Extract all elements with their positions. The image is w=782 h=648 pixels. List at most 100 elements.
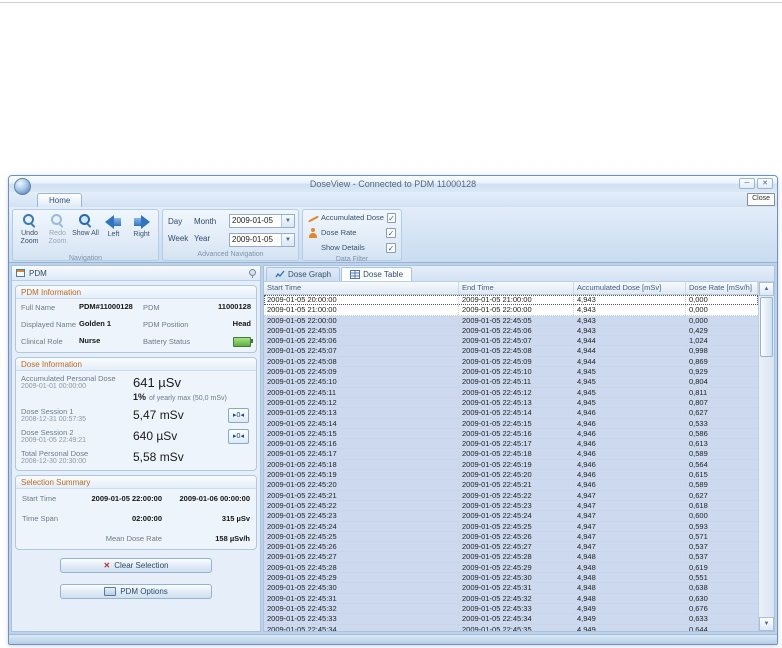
table-row[interactable]: 2009-01-05 22:45:34 2009-01-05 22:45:35 … — [264, 625, 758, 632]
table-row[interactable]: 2009-01-05 22:45:09 2009-01-05 22:45:10 … — [264, 367, 758, 377]
table-row[interactable]: 2009-01-05 22:45:30 2009-01-05 22:45:31 … — [264, 583, 758, 593]
dose-table-body: 2009-01-05 20:00:00 2009-01-05 21:00:00 … — [264, 295, 758, 631]
show-details-checkbox[interactable]: ✓ — [386, 243, 396, 253]
table-row[interactable]: 2009-01-05 22:45:25 2009-01-05 22:45:26 … — [264, 532, 758, 542]
table-row[interactable]: 2009-01-05 22:45:32 2009-01-05 22:45:33 … — [264, 604, 758, 614]
table-row[interactable]: 2009-01-05 22:00:00 2009-01-05 22:45:05 … — [264, 316, 758, 326]
column-header-end-time[interactable]: End Time — [459, 282, 574, 294]
table-row[interactable]: 2009-01-05 22:45:17 2009-01-05 22:45:18 … — [264, 449, 758, 459]
cell-start-time: 2009-01-05 21:00:00 — [264, 305, 459, 314]
tab-dose-graph[interactable]: Dose Graph — [266, 267, 340, 281]
column-header-dose-rate[interactable]: Dose Rate [mSv/h] — [686, 282, 758, 294]
cell-start-time: 2009-01-05 22:45:17 — [264, 449, 459, 458]
scrollbar-track[interactable] — [759, 358, 774, 617]
table-row[interactable]: 2009-01-05 22:45:13 2009-01-05 22:45:14 … — [264, 408, 758, 418]
table-row[interactable]: 2009-01-05 22:45:29 2009-01-05 22:45:30 … — [264, 573, 758, 583]
dose-rate-checkbox[interactable]: ✓ — [386, 228, 396, 238]
date-to-combo[interactable]: 2009-01-05 ▼ — [229, 233, 295, 247]
day-button[interactable]: Day — [168, 217, 192, 226]
table-row[interactable]: 2009-01-05 22:45:10 2009-01-05 22:45:11 … — [264, 377, 758, 387]
cell-dose-rate: 0,627 — [686, 408, 758, 417]
week-button[interactable]: Week — [168, 234, 192, 243]
table-row[interactable]: 2009-01-05 22:45:27 2009-01-05 22:45:28 … — [264, 552, 758, 562]
tab-dose-table[interactable]: Dose Table — [341, 267, 412, 281]
date-to-dropdown-icon[interactable]: ▼ — [281, 234, 294, 246]
year-button[interactable]: Year — [194, 234, 224, 243]
table-row[interactable]: 2009-01-05 22:45:18 2009-01-05 22:45:19 … — [264, 460, 758, 470]
pdm-position-label: PDM Position — [143, 320, 199, 329]
vertical-scrollbar[interactable]: ▲ ▼ — [758, 282, 774, 631]
table-row[interactable]: 2009-01-05 22:45:23 2009-01-05 22:45:24 … — [264, 511, 758, 521]
reset-session-1-button[interactable]: ▸0◂ — [228, 408, 249, 423]
table-row[interactable]: 2009-01-05 22:45:33 2009-01-05 22:45:34 … — [264, 614, 758, 624]
table-row[interactable]: 2009-01-05 22:45:06 2009-01-05 22:45:07 … — [264, 336, 758, 346]
cell-end-time: 2009-01-05 22:45:32 — [459, 594, 574, 603]
table-row[interactable]: 2009-01-05 22:45:21 2009-01-05 22:45:22 … — [264, 491, 758, 501]
cell-end-time: 2009-01-05 22:45:26 — [459, 532, 574, 541]
person-icon — [308, 228, 318, 238]
advanced-navigation-group-label: Advanced Navigation — [163, 250, 298, 260]
clear-selection-button[interactable]: ✕ Clear Selection — [60, 558, 212, 573]
accumulated-dose-checkbox[interactable]: ✓ — [387, 213, 396, 223]
undo-zoom-button[interactable]: Undo Zoom — [16, 211, 43, 253]
cell-end-time: 2009-01-05 22:45:34 — [459, 614, 574, 623]
table-row[interactable]: 2009-01-05 22:45:19 2009-01-05 22:45:20 … — [264, 470, 758, 480]
right-button[interactable]: Right — [128, 211, 155, 253]
cell-end-time: 2009-01-05 22:45:14 — [459, 408, 574, 417]
scroll-down-icon[interactable]: ▼ — [759, 617, 774, 631]
table-row[interactable]: 2009-01-05 22:45:08 2009-01-05 22:45:09 … — [264, 357, 758, 367]
mean-dose-rate-value: 158 µSv/h — [162, 534, 250, 543]
scrollbar-thumb[interactable] — [760, 297, 773, 357]
tab-home[interactable]: Home — [37, 193, 82, 207]
scroll-up-icon[interactable]: ▲ — [759, 282, 774, 296]
minimize-button[interactable]: ─ — [739, 178, 755, 189]
table-row[interactable]: 2009-01-05 22:45:05 2009-01-05 22:45:06 … — [264, 326, 758, 336]
table-row[interactable]: 2009-01-05 20:00:00 2009-01-05 21:00:00 … — [264, 295, 758, 305]
filter-show-details[interactable]: Show Details ✓ — [308, 242, 396, 253]
table-row[interactable]: 2009-01-05 21:00:00 2009-01-05 22:00:00 … — [264, 305, 758, 315]
title-bar[interactable]: DoseView - Connected to PDM 11000128 ─ ✕ — [9, 176, 777, 192]
dose-view-panel: Dose Graph Dose Table Start Time End Tim… — [263, 265, 775, 632]
table-row[interactable]: 2009-01-05 22:45:14 2009-01-05 22:45:15 … — [264, 419, 758, 429]
date-from-combo[interactable]: 2009-01-05 ▼ — [229, 214, 295, 228]
cell-dose-rate: 0,000 — [686, 295, 758, 304]
table-row[interactable]: 2009-01-05 22:45:26 2009-01-05 22:45:27 … — [264, 542, 758, 552]
table-row[interactable]: 2009-01-05 22:45:31 2009-01-05 22:45:32 … — [264, 594, 758, 604]
selection-end-value: 2009-01-06 00:00:00 — [162, 494, 250, 503]
table-row[interactable]: 2009-01-05 22:45:28 2009-01-05 22:45:29 … — [264, 563, 758, 573]
filter-dose-rate[interactable]: Dose Rate ✓ — [308, 227, 396, 238]
cell-start-time: 2009-01-05 22:45:31 — [264, 594, 459, 603]
left-button[interactable]: Left — [100, 211, 127, 253]
table-row[interactable]: 2009-01-05 22:45:12 2009-01-05 22:45:13 … — [264, 398, 758, 408]
table-row[interactable]: 2009-01-05 22:45:15 2009-01-05 22:45:16 … — [264, 429, 758, 439]
ribbon-close-button[interactable]: Close — [747, 193, 775, 206]
pdm-panel-icon — [16, 269, 25, 277]
column-header-start-time[interactable]: Start Time — [264, 282, 459, 294]
cell-dose-rate: 0,586 — [686, 429, 758, 438]
cell-dose-rate: 0,589 — [686, 449, 758, 458]
pin-icon[interactable] — [248, 268, 256, 278]
table-row[interactable]: 2009-01-05 22:45:11 2009-01-05 22:45:12 … — [264, 388, 758, 398]
table-row[interactable]: 2009-01-05 22:45:24 2009-01-05 22:45:25 … — [264, 522, 758, 532]
table-row[interactable]: 2009-01-05 22:45:22 2009-01-05 22:45:23 … — [264, 501, 758, 511]
column-header-accumulated-dose[interactable]: Accumulated Dose [mSv] — [574, 282, 686, 294]
redo-zoom-icon — [50, 213, 65, 228]
clear-selection-label: Clear Selection — [114, 561, 168, 570]
date-from-dropdown-icon[interactable]: ▼ — [281, 215, 294, 227]
cell-start-time: 2009-01-05 22:45:14 — [264, 419, 459, 428]
table-row[interactable]: 2009-01-05 22:45:07 2009-01-05 22:45:08 … — [264, 346, 758, 356]
total-dose-label: Total Personal Dose — [21, 449, 133, 458]
close-window-button[interactable]: ✕ — [757, 178, 773, 189]
reset-session-2-button[interactable]: ▸0◂ — [228, 429, 249, 444]
total-personal-dose-row: Total Personal Dose 2008-12-30 20:30:00 … — [16, 446, 256, 470]
month-button[interactable]: Month — [194, 217, 224, 226]
table-row[interactable]: 2009-01-05 22:45:16 2009-01-05 22:45:17 … — [264, 439, 758, 449]
show-all-button[interactable]: Show All — [72, 211, 99, 253]
cell-start-time: 2009-01-05 22:00:00 — [264, 316, 459, 325]
app-orb-icon[interactable] — [14, 178, 31, 195]
filter-accumulated-dose[interactable]: Accumulated Dose ✓ — [308, 212, 396, 223]
pdm-options-button[interactable]: PDM Options — [60, 584, 212, 599]
table-row[interactable]: 2009-01-05 22:45:20 2009-01-05 22:45:21 … — [264, 480, 758, 490]
cell-start-time: 2009-01-05 22:45:08 — [264, 357, 459, 366]
screen-top-divider — [0, 2, 782, 3]
